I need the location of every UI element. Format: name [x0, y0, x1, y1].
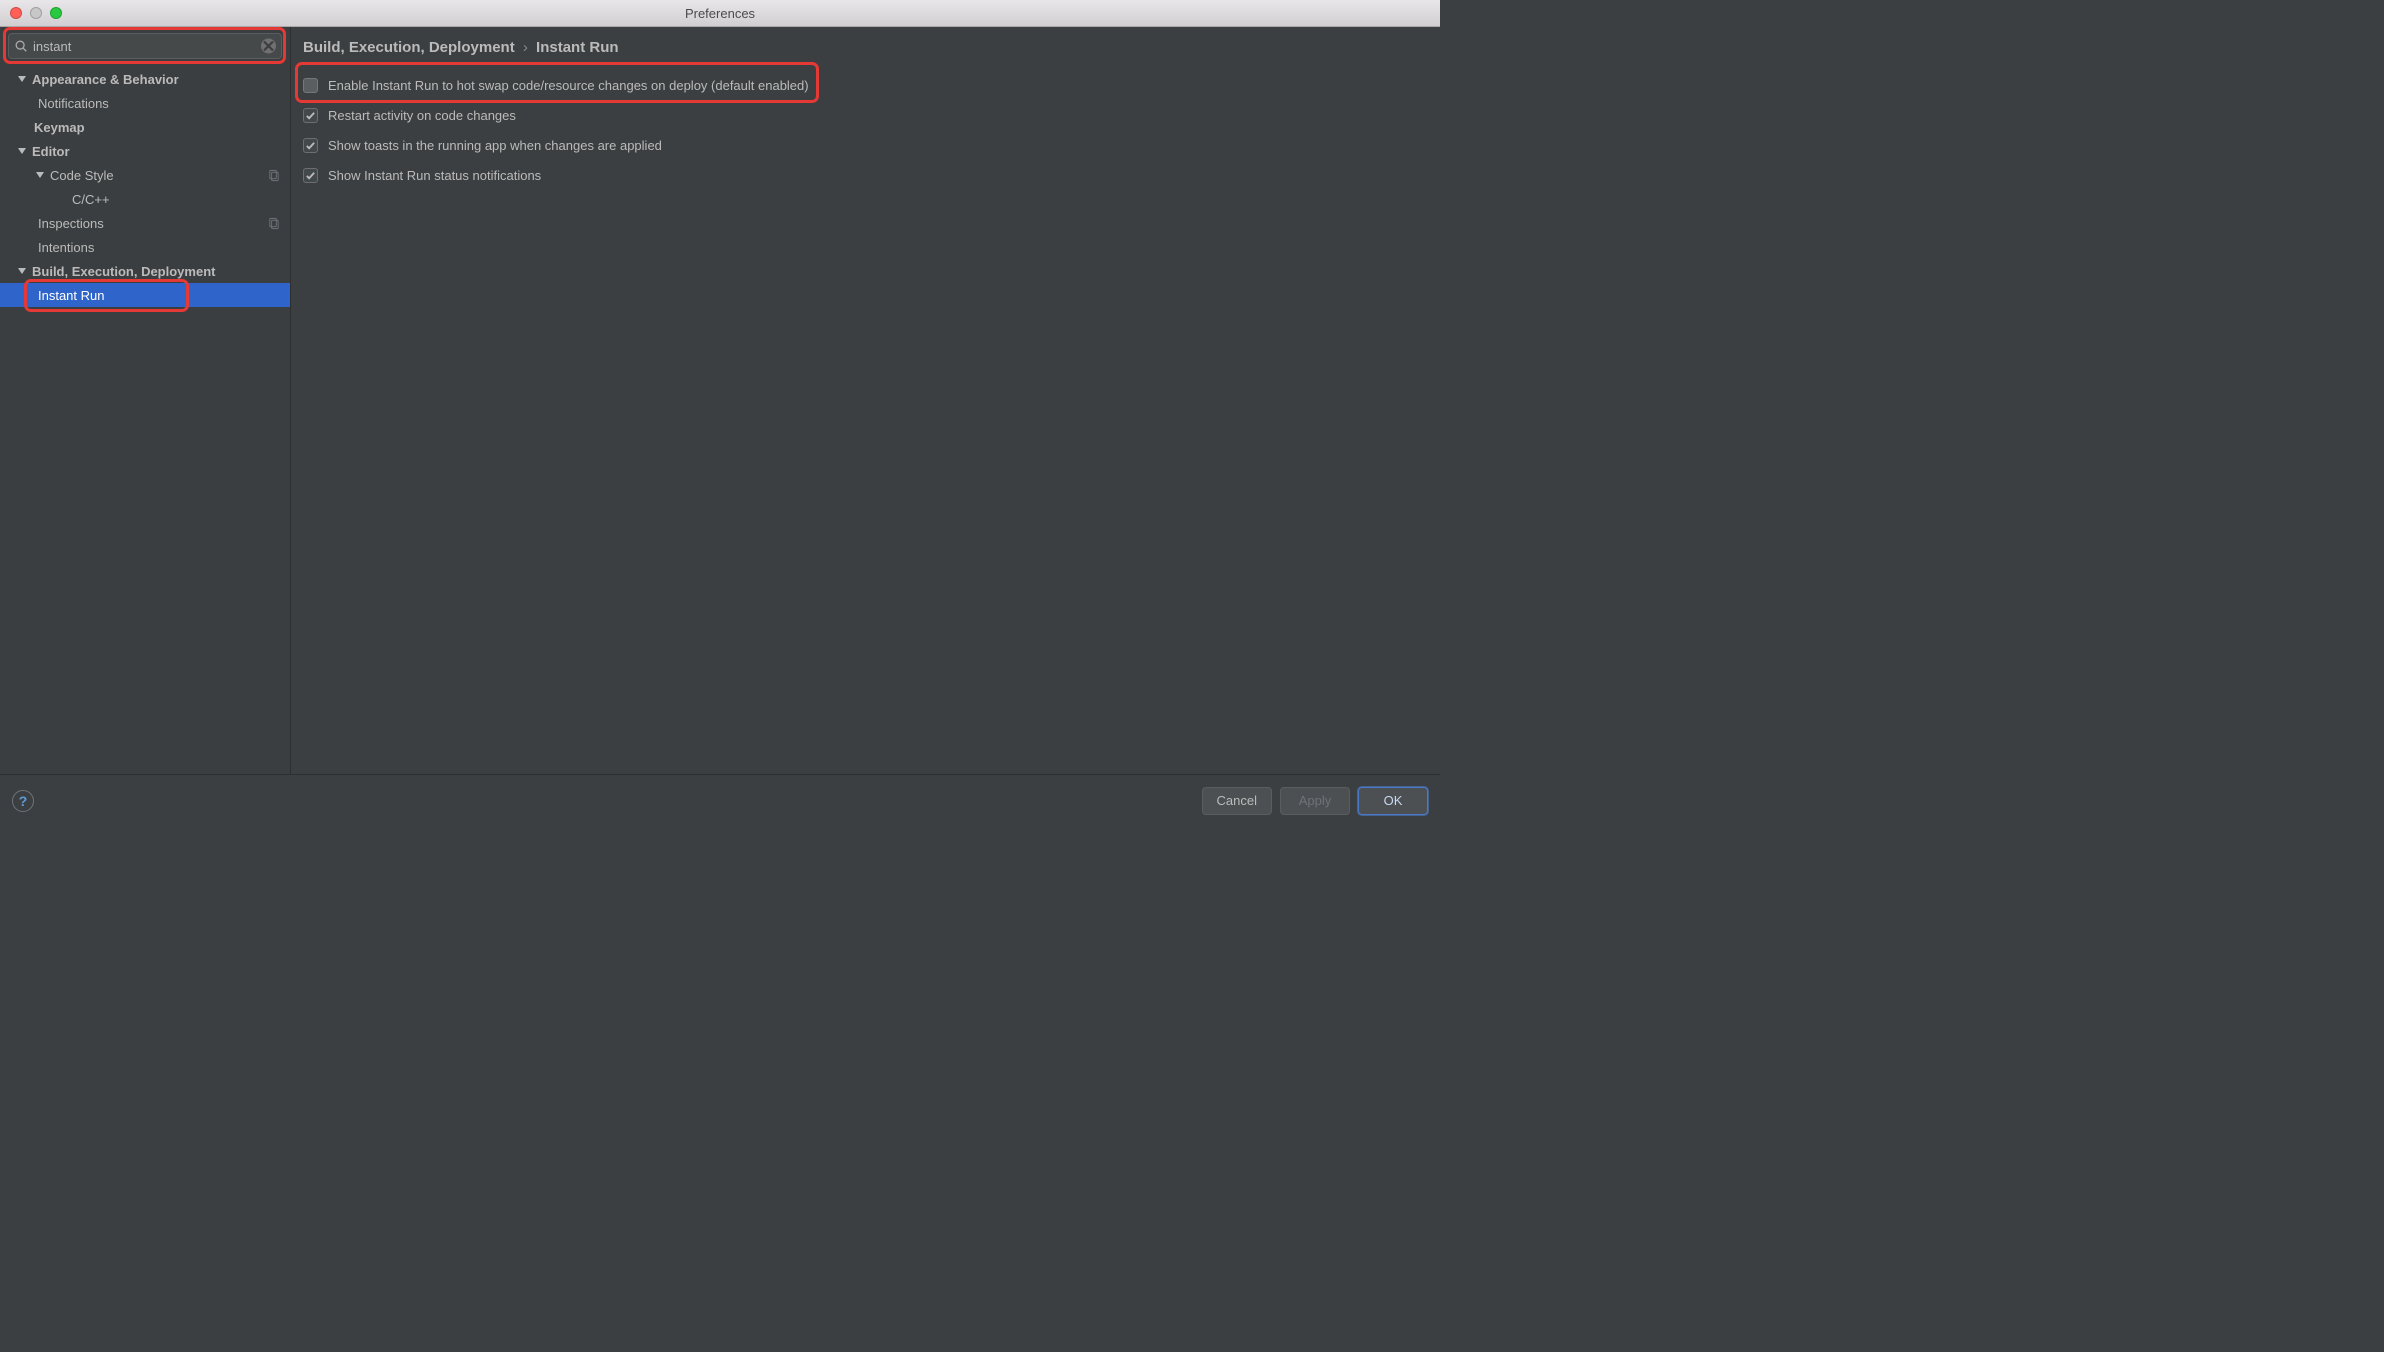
sidebar-item-label: Inspections [38, 216, 267, 231]
breadcrumb-parent: Build, Execution, Deployment [303, 39, 515, 56]
ok-button[interactable]: OK [1358, 787, 1428, 815]
setting-label: Show toasts in the running app when chan… [328, 138, 662, 153]
preferences-tree: Appearance & Behavior Notifications Keym… [0, 63, 290, 774]
sidebar-item-inspections[interactable]: Inspections [0, 211, 290, 235]
sidebar-item-keymap[interactable]: Keymap [0, 115, 290, 139]
checkbox-checked[interactable] [303, 108, 318, 123]
help-icon: ? [19, 793, 28, 809]
setting-status-notifications[interactable]: Show Instant Run status notifications [303, 160, 1428, 190]
sidebar: Appearance & Behavior Notifications Keym… [0, 27, 291, 774]
checkbox-unchecked[interactable] [303, 78, 318, 93]
checkbox-checked[interactable] [303, 138, 318, 153]
setting-label: Show Instant Run status notifications [328, 168, 541, 183]
setting-show-toasts[interactable]: Show toasts in the running app when chan… [303, 130, 1428, 160]
sidebar-item-appearance-behavior[interactable]: Appearance & Behavior [0, 67, 290, 91]
help-button[interactable]: ? [12, 790, 34, 812]
search-input[interactable] [8, 33, 282, 59]
settings-area: Enable Instant Run to hot swap code/reso… [291, 64, 1440, 196]
sidebar-item-editor[interactable]: Editor [0, 139, 290, 163]
sidebar-item-label: Notifications [38, 96, 280, 111]
cancel-button[interactable]: Cancel [1202, 787, 1272, 815]
chevron-down-icon [36, 172, 44, 178]
chevron-down-icon [18, 268, 26, 274]
sidebar-item-code-style[interactable]: Code Style [0, 163, 290, 187]
preferences-window: Preferences Appearance & Behavior [0, 0, 1440, 826]
sidebar-item-label: Code Style [50, 168, 267, 183]
apply-button[interactable]: Apply [1280, 787, 1350, 815]
sidebar-item-label: Intentions [38, 240, 280, 255]
sidebar-item-label: Instant Run [38, 288, 280, 303]
sidebar-item-label: C/C++ [72, 192, 280, 207]
button-label: OK [1384, 793, 1403, 808]
clear-search-icon[interactable] [261, 39, 276, 54]
setting-restart-activity[interactable]: Restart activity on code changes [303, 100, 1428, 130]
breadcrumb-current: Instant Run [536, 39, 619, 56]
breadcrumb-separator: › [523, 39, 528, 56]
sidebar-item-notifications[interactable]: Notifications [0, 91, 290, 115]
sidebar-item-label: Keymap [34, 120, 280, 135]
titlebar: Preferences [0, 0, 1440, 27]
sidebar-item-c-cpp[interactable]: C/C++ [0, 187, 290, 211]
setting-enable-instant-run[interactable]: Enable Instant Run to hot swap code/reso… [303, 70, 809, 100]
content-area: Appearance & Behavior Notifications Keym… [0, 27, 1440, 774]
setting-label: Restart activity on code changes [328, 108, 516, 123]
setting-label: Enable Instant Run to hot swap code/reso… [328, 78, 809, 93]
sidebar-item-build-execution-deployment[interactable]: Build, Execution, Deployment [0, 259, 290, 283]
checkbox-checked[interactable] [303, 168, 318, 183]
button-label: Cancel [1217, 793, 1257, 808]
sidebar-item-label: Editor [32, 144, 280, 159]
copy-icon [267, 169, 280, 182]
sidebar-item-instant-run[interactable]: Instant Run [0, 283, 290, 307]
sidebar-item-intentions[interactable]: Intentions [0, 235, 290, 259]
dialog-footer: ? Cancel Apply OK [0, 774, 1440, 826]
button-label: Apply [1299, 793, 1332, 808]
chevron-down-icon [18, 148, 26, 154]
search-wrap [8, 33, 282, 59]
window-title: Preferences [0, 6, 1440, 21]
settings-panel: Build, Execution, Deployment › Instant R… [291, 27, 1440, 774]
sidebar-item-label: Appearance & Behavior [32, 72, 280, 87]
chevron-down-icon [18, 76, 26, 82]
breadcrumb: Build, Execution, Deployment › Instant R… [291, 27, 1440, 64]
sidebar-item-label: Build, Execution, Deployment [32, 264, 280, 279]
copy-icon [267, 217, 280, 230]
